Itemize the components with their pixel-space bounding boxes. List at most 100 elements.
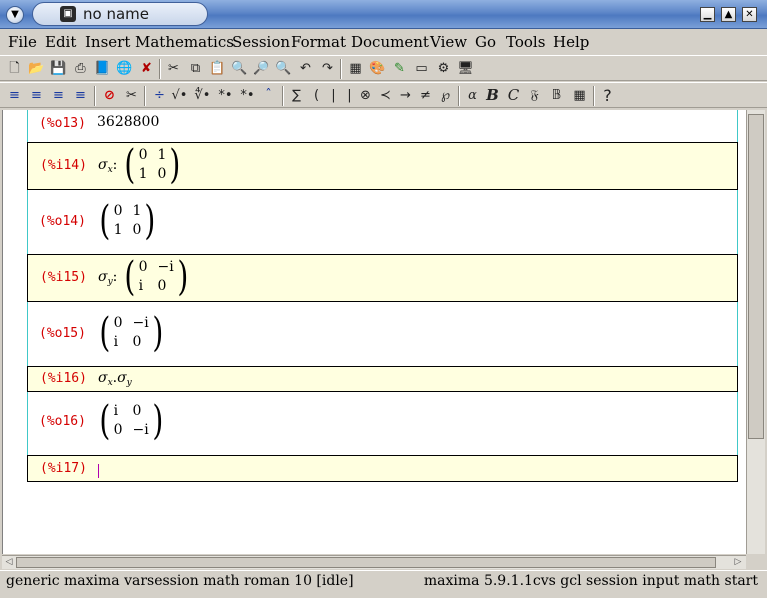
otimes-icon[interactable]: ⊗ xyxy=(356,86,375,105)
main-toolbar: 🗋 📂 💾 ⎙ 📘 🌐 ✘ ✂ ⧉ 📋 🔍 🔎 🔍 ↶ ↷ ▦ 🎨 ✎ ▭ ⚙ … xyxy=(0,55,767,81)
vertical-scroll-thumb[interactable] xyxy=(748,114,764,439)
menu-document[interactable]: Document xyxy=(351,33,429,51)
output-value: 3628800 xyxy=(97,114,160,130)
sqrt-icon[interactable]: √• xyxy=(170,86,189,105)
blackboard-icon[interactable]: 𝔹 xyxy=(547,86,566,105)
cell-label: (%i17) xyxy=(40,461,87,476)
print-icon[interactable]: ⎙ xyxy=(71,59,90,78)
scroll-left-arrow-icon[interactable]: ◁ xyxy=(2,556,16,569)
horizontal-scrollbar[interactable]: ◁ ▷ xyxy=(2,555,746,569)
scissors-icon[interactable]: ✂ xyxy=(122,86,141,105)
minimize-button[interactable]: ▁ xyxy=(700,7,715,22)
open-folder-icon[interactable]: 📂 xyxy=(27,59,46,78)
title-bar: ▼ ▣ no name ▁ ▲ ✕ xyxy=(0,0,767,29)
cell-label: (%o13) xyxy=(39,116,86,131)
table-icon[interactable]: ▦ xyxy=(346,59,365,78)
cell-label: (%i14) xyxy=(40,158,87,173)
nth-root-icon[interactable]: ∜• xyxy=(193,86,212,105)
menu-bar: File Edit Insert Mathematics Session For… xyxy=(0,30,767,54)
text-cursor xyxy=(98,464,105,478)
fraktur-icon[interactable]: 𝔉 xyxy=(525,86,544,105)
toolbar-separator xyxy=(94,86,96,106)
paste-icon[interactable]: 📋 xyxy=(208,59,227,78)
undo-icon[interactable]: ↶ xyxy=(296,59,315,78)
weierstrass-icon[interactable]: ℘ xyxy=(436,86,455,105)
menu-tools[interactable]: Tools xyxy=(506,33,545,51)
precedes-icon[interactable]: ≺ xyxy=(376,86,395,105)
greek-icon[interactable]: α xyxy=(463,86,482,105)
matrix: ( 01 10 ) xyxy=(97,201,158,241)
monitor-icon[interactable]: 🖥 xyxy=(456,59,475,78)
left-paren: ( xyxy=(99,310,111,356)
align-center-icon[interactable]: ≡ xyxy=(27,86,46,105)
menu-view[interactable]: View xyxy=(430,33,467,51)
copy-icon[interactable]: ⧉ xyxy=(186,59,205,78)
frame-icon[interactable]: ▭ xyxy=(412,59,431,78)
save-icon[interactable]: 💾 xyxy=(49,59,68,78)
plugin-icon[interactable]: ⚙ xyxy=(434,59,453,78)
arrow-icon[interactable]: → xyxy=(396,86,415,105)
window-menu-button[interactable]: ▼ xyxy=(6,6,24,24)
menu-help[interactable]: Help xyxy=(553,33,589,51)
input-cell[interactable]: (%i16) σx.σy xyxy=(27,366,738,392)
input-cell[interactable]: (%i14) σx: ( 01 10 ) xyxy=(27,142,738,190)
menu-session[interactable]: Session xyxy=(232,33,290,51)
new-document-icon[interactable]: 🗋 xyxy=(5,59,24,78)
calligraphic-icon[interactable]: C xyxy=(504,86,523,105)
hat-icon[interactable]: ˆ xyxy=(259,86,278,105)
menu-edit[interactable]: Edit xyxy=(45,33,76,51)
help-icon[interactable]: ? xyxy=(598,86,617,105)
right-paren: ) xyxy=(152,398,164,444)
maximize-button[interactable]: ▲ xyxy=(721,7,736,22)
matrix-grid: 01 10 xyxy=(138,147,167,182)
image-icon[interactable]: 🎨 xyxy=(368,59,387,78)
align-left-icon[interactable]: ≡ xyxy=(5,86,24,105)
right-paren: ) xyxy=(169,142,181,188)
title-pill: ▣ no name xyxy=(32,2,208,26)
scroll-right-arrow-icon[interactable]: ▷ xyxy=(731,556,745,569)
toolbar-separator xyxy=(593,86,595,106)
globe-icon[interactable]: 🌐 xyxy=(115,59,134,78)
menu-format[interactable]: Format xyxy=(291,33,346,51)
cut-icon[interactable]: ✂ xyxy=(164,59,183,78)
horizontal-scroll-thumb[interactable] xyxy=(16,557,716,568)
replace-icon[interactable]: 🔎 xyxy=(252,59,271,78)
left-paren: ( xyxy=(99,198,111,244)
document-area[interactable]: (%o13) 3628800 (%i14) σx: ( 01 10 ) (%o1… xyxy=(2,110,746,554)
sigma-y-def: σy: xyxy=(98,269,118,287)
stop-icon[interactable]: ⊘ xyxy=(100,86,119,105)
cell-label: (%i16) xyxy=(40,371,87,386)
sigma-x-def: σx: xyxy=(98,157,118,175)
left-paren: ( xyxy=(124,254,136,300)
justify-icon[interactable]: ≡ xyxy=(71,86,90,105)
color-palette-icon[interactable]: ▦ xyxy=(570,86,589,105)
menu-file[interactable]: File xyxy=(8,33,37,51)
active-input-cell[interactable]: (%i17) xyxy=(27,455,738,482)
redo-icon[interactable]: ↷ xyxy=(318,59,337,78)
vertical-scrollbar[interactable] xyxy=(746,110,765,554)
menu-go[interactable]: Go xyxy=(475,33,496,51)
find-icon[interactable]: 🔍 xyxy=(230,59,249,78)
right-paren: ) xyxy=(152,310,164,356)
right-paren: ) xyxy=(144,198,156,244)
search-document-icon[interactable]: 🔍 xyxy=(274,59,293,78)
not-equal-icon[interactable]: ≠ xyxy=(416,86,435,105)
align-right-icon[interactable]: ≡ xyxy=(49,86,68,105)
pen-icon[interactable]: ✎ xyxy=(390,59,409,78)
toolbar-separator xyxy=(282,86,284,106)
bold-icon[interactable]: B xyxy=(483,86,502,105)
menu-insert[interactable]: Insert xyxy=(85,33,130,51)
cell-label: (%o14) xyxy=(39,214,86,229)
subscript-icon[interactable]: *• xyxy=(216,86,235,105)
book-icon[interactable]: 📘 xyxy=(93,59,112,78)
fraction-icon[interactable]: ÷ xyxy=(150,86,169,105)
cell-label: (%o15) xyxy=(39,326,86,341)
superscript-icon[interactable]: *• xyxy=(238,86,257,105)
input-cell[interactable]: (%i15) σy: ( 0 −i i0 ) xyxy=(27,254,738,302)
close-button[interactable]: ✕ xyxy=(742,7,757,22)
sum-icon[interactable]: ∑ xyxy=(287,86,306,105)
left-paren: ( xyxy=(124,142,136,188)
menu-mathematics[interactable]: Mathematics xyxy=(135,33,234,51)
matrix: ( 01 10 ) xyxy=(122,145,183,185)
close-document-icon[interactable]: ✘ xyxy=(137,59,156,78)
